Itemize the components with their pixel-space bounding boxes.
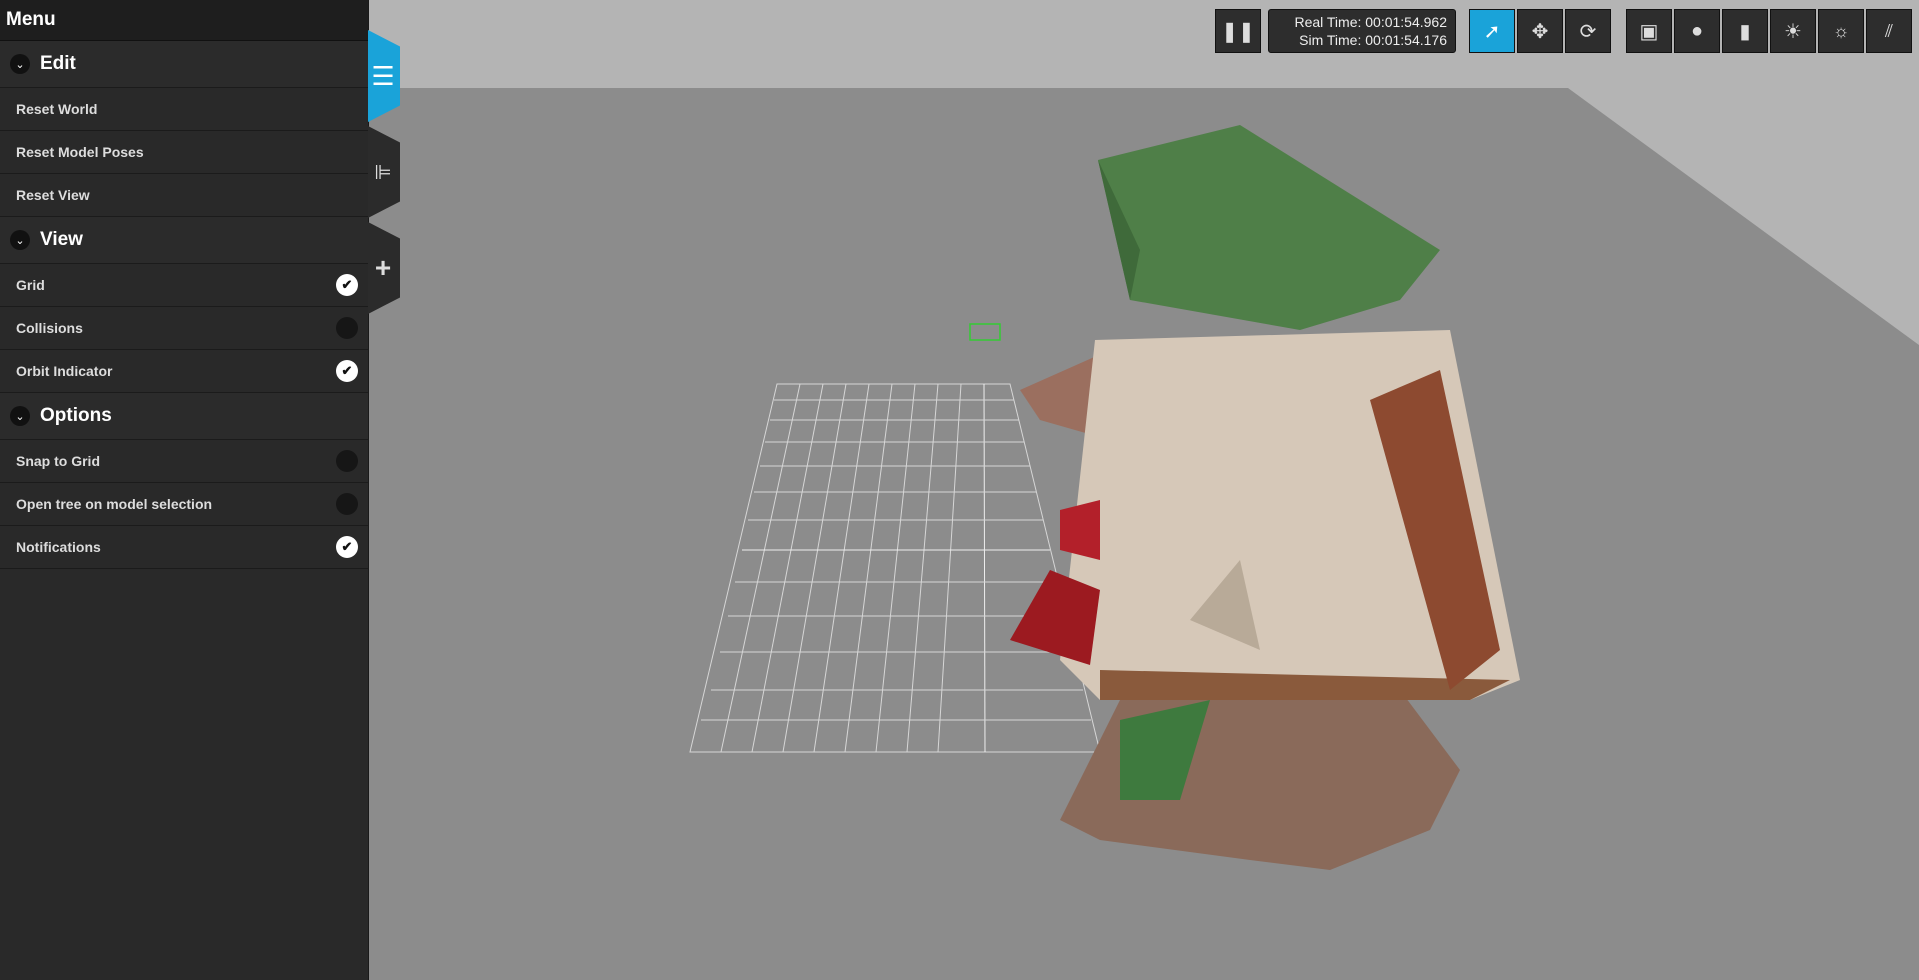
- insert-box-button[interactable]: ▣: [1626, 9, 1672, 53]
- item-label: Reset View: [16, 187, 90, 203]
- section-label: Options: [40, 405, 112, 426]
- check-icon[interactable]: ✔: [336, 536, 358, 558]
- orbit-indicator-toggle-item[interactable]: Orbit Indicator ✔: [0, 350, 368, 393]
- menu-icon: ☰: [371, 60, 395, 91]
- translate-mode-button[interactable]: ✥: [1517, 9, 1563, 53]
- directional-light-icon: ⫽: [1884, 20, 1894, 41]
- insert-cylinder-button[interactable]: ▮: [1722, 9, 1768, 53]
- insert-directional-light-button[interactable]: ⫽: [1866, 9, 1912, 53]
- reset-view-item[interactable]: Reset View: [0, 174, 368, 217]
- section-edit-header[interactable]: ⌄ Edit: [0, 41, 368, 88]
- check-icon[interactable]: ✔: [336, 274, 358, 296]
- item-label: Collisions: [16, 320, 83, 336]
- sphere-icon: ●: [1690, 19, 1704, 42]
- chevron-down-icon: ⌄: [10, 406, 30, 426]
- side-menu-panel: Menu ⌄ Edit Reset World Reset Model Pose…: [0, 0, 369, 980]
- item-label: Orbit Indicator: [16, 363, 113, 379]
- item-label: Snap to Grid: [16, 453, 100, 469]
- select-mode-button[interactable]: ➚: [1469, 9, 1515, 53]
- insert-spot-light-button[interactable]: ☼: [1818, 9, 1864, 53]
- pause-icon: ❚❚: [1221, 20, 1255, 43]
- unchecked-toggle[interactable]: [336, 450, 358, 472]
- reset-model-poses-item[interactable]: Reset Model Poses: [0, 131, 368, 174]
- open-tree-toggle-item[interactable]: Open tree on model selection: [0, 483, 368, 526]
- sim-time-text: Sim Time: 00:01:54.176: [1299, 32, 1447, 48]
- real-time-text: Real Time: 00:01:54.962: [1294, 14, 1447, 30]
- notifications-toggle-item[interactable]: Notifications ✔: [0, 526, 368, 569]
- unchecked-toggle[interactable]: [336, 317, 358, 339]
- insert-icon: +: [374, 252, 392, 283]
- reset-world-item[interactable]: Reset World: [0, 88, 368, 131]
- box-icon: ▣: [1639, 20, 1659, 43]
- time-readout: Real Time: 00:01:54.962 Sim Time: 00:01:…: [1268, 9, 1456, 53]
- pause-button[interactable]: ❚❚: [1215, 9, 1261, 53]
- rotate-icon: ⟳: [1579, 20, 1597, 43]
- grid-toggle-item[interactable]: Grid ✔: [0, 264, 368, 307]
- insert-sphere-button[interactable]: ●: [1674, 9, 1720, 53]
- rotate-mode-button[interactable]: ⟳: [1565, 9, 1611, 53]
- unchecked-toggle[interactable]: [336, 493, 358, 515]
- collisions-toggle-item[interactable]: Collisions: [0, 307, 368, 350]
- section-options-header[interactable]: ⌄ Options: [0, 393, 368, 440]
- menu-title: Menu: [0, 0, 368, 41]
- item-label: Open tree on model selection: [16, 496, 213, 512]
- item-label: Reset Model Poses: [16, 144, 144, 160]
- item-label: Reset World: [16, 101, 98, 117]
- model-tree-icon: ⊫: [374, 161, 392, 184]
- section-label: View: [40, 229, 83, 250]
- check-icon[interactable]: ✔: [336, 360, 358, 382]
- item-label: Notifications: [16, 539, 101, 555]
- item-label: Grid: [16, 277, 45, 293]
- insert-point-light-button[interactable]: ☀: [1770, 9, 1816, 53]
- point-light-icon: ☀: [1784, 20, 1802, 43]
- chevron-down-icon: ⌄: [10, 230, 30, 250]
- snap-to-grid-toggle-item[interactable]: Snap to Grid: [0, 440, 368, 483]
- section-view-header[interactable]: ⌄ View: [0, 217, 368, 264]
- translate-icon: ✥: [1531, 20, 1549, 43]
- select-icon: ➚: [1483, 20, 1501, 43]
- section-label: Edit: [40, 53, 76, 74]
- cylinder-icon: ▮: [1739, 20, 1751, 43]
- spot-light-icon: ☼: [1832, 20, 1850, 41]
- chevron-down-icon: ⌄: [10, 54, 30, 74]
